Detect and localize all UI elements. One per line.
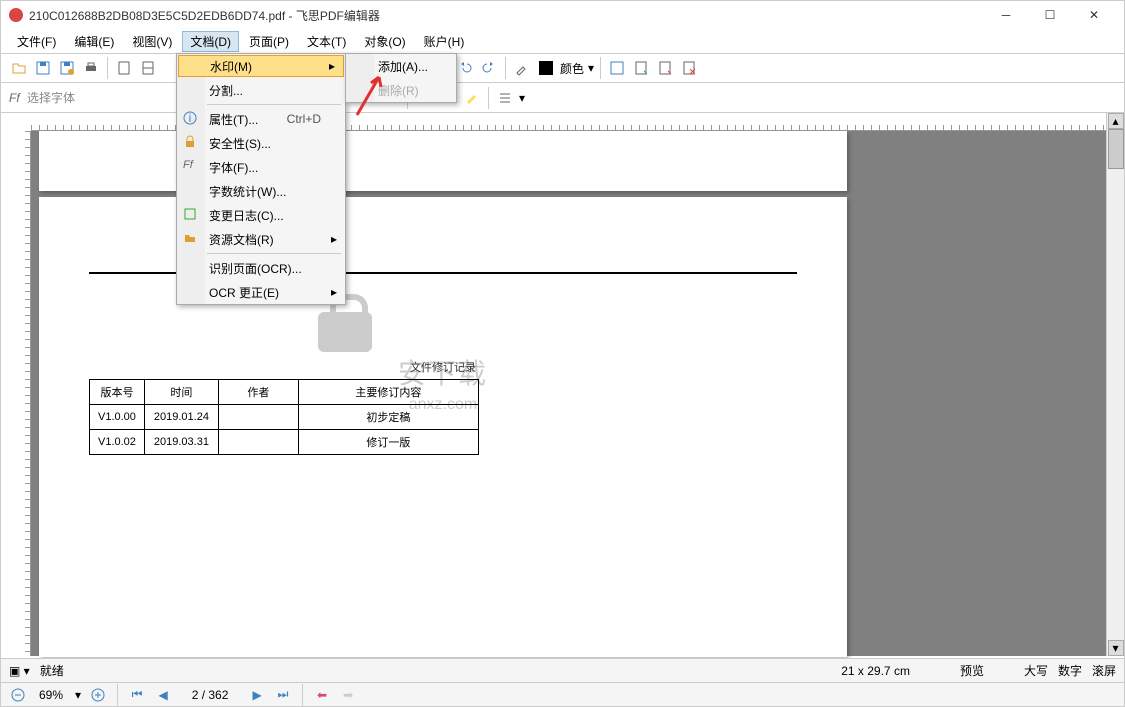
- minimize-button[interactable]: ─: [984, 1, 1028, 29]
- lock-icon: [318, 312, 372, 352]
- font-icon: Ff: [183, 159, 199, 175]
- info-icon: i: [183, 111, 199, 127]
- navigation-bar: 69% ▾ ⏮ ◀ 2 / 362 ▶ ⏭ ⬅ ➡: [1, 682, 1124, 706]
- window-title: 210C012688B2DB08D3E5C5D2EDB6DD74.pdf - 飞…: [29, 7, 984, 24]
- arrow-right-icon: ▸: [329, 59, 335, 73]
- tool-icon-4[interactable]: [679, 58, 699, 78]
- document-menu-dropdown: 水印(M)▸ 分割... i属性(T)...Ctrl+D 安全性(S)... F…: [176, 53, 346, 305]
- tool-icon-3[interactable]: [655, 58, 675, 78]
- eyedropper-icon[interactable]: [512, 58, 532, 78]
- color-label: 颜色: [560, 60, 584, 77]
- page2-icon[interactable]: [138, 58, 158, 78]
- print-icon[interactable]: [81, 58, 101, 78]
- sidebar-toggle-icon[interactable]: ▣ ▾: [9, 664, 30, 678]
- maximize-button[interactable]: ☐: [1028, 1, 1072, 29]
- menu-account[interactable]: 账户(H): [416, 31, 473, 52]
- revision-table: 版本号时间作者主要修订内容 V1.0.002019.01.24初步定稿 V1.0…: [89, 379, 479, 455]
- menu-object[interactable]: 对象(O): [356, 31, 413, 52]
- page-fragment-top: [39, 131, 847, 191]
- save-icon[interactable]: [33, 58, 53, 78]
- font-selector[interactable]: 选择字体: [27, 89, 147, 106]
- menu-page[interactable]: 页面(P): [241, 31, 297, 52]
- menu-watermark[interactable]: 水印(M)▸: [178, 55, 344, 77]
- chevron-down-icon[interactable]: ▾: [588, 61, 594, 75]
- table-row: V1.0.002019.01.24初步定稿: [90, 405, 479, 430]
- nav-forward-button[interactable]: ➡: [339, 686, 357, 704]
- font-toolbar: Ff 选择字体 A▴ A▾ ▾: [1, 83, 1124, 113]
- arrow-right-icon: ▸: [331, 232, 337, 246]
- open-icon[interactable]: [9, 58, 29, 78]
- menu-fonts[interactable]: Ff字体(F)...: [177, 155, 345, 179]
- vertical-ruler: [13, 131, 31, 656]
- menu-view[interactable]: 视图(V): [124, 31, 180, 52]
- status-preview[interactable]: 预览: [960, 662, 984, 679]
- menu-bar: 文件(F) 编辑(E) 视图(V) 文档(D) 页面(P) 文本(T) 对象(O…: [1, 29, 1124, 53]
- menu-text[interactable]: 文本(T): [299, 31, 354, 52]
- table-row: V1.0.022019.03.31修订一版: [90, 430, 479, 455]
- zoom-out-button[interactable]: [9, 686, 27, 704]
- status-num: 数字: [1058, 662, 1082, 679]
- save-as-icon[interactable]: [57, 58, 77, 78]
- svg-text:i: i: [189, 111, 192, 125]
- submenu-add[interactable]: 添加(A)...: [346, 54, 456, 78]
- log-icon: [183, 207, 199, 223]
- doc-section-title: 文件修订记录: [410, 359, 476, 375]
- menu-split[interactable]: 分割...: [177, 78, 345, 102]
- menu-ocr-correct[interactable]: OCR 更正(E)▸: [177, 280, 345, 304]
- menu-ocr-page[interactable]: 识别页面(OCR)...: [177, 256, 345, 280]
- app-icon: [9, 8, 23, 22]
- scroll-thumb[interactable]: [1108, 129, 1124, 169]
- submenu-remove[interactable]: 删除(R): [346, 78, 456, 102]
- nav-back-button[interactable]: ⬅: [313, 686, 331, 704]
- watermark-submenu: 添加(A)... 删除(R): [345, 53, 457, 103]
- title-bar: 210C012688B2DB08D3E5C5D2EDB6DD74.pdf - 飞…: [1, 1, 1124, 29]
- table-header-row: 版本号时间作者主要修订内容: [90, 380, 479, 405]
- menu-edit[interactable]: 编辑(E): [66, 31, 122, 52]
- arrow-right-icon: ▸: [331, 285, 337, 299]
- menu-wordcount[interactable]: 字数统计(W)...: [177, 179, 345, 203]
- zoom-value[interactable]: 69%: [39, 688, 63, 702]
- chevron-down-icon[interactable]: ▾: [75, 688, 81, 702]
- tool-icon-2[interactable]: [631, 58, 651, 78]
- menu-changelog[interactable]: 变更日志(C)...: [177, 203, 345, 227]
- font-label-icon: Ff: [9, 91, 23, 105]
- vertical-scrollbar[interactable]: ▴ ▾: [1106, 113, 1124, 656]
- chevron-down-icon[interactable]: ▾: [519, 91, 525, 105]
- menu-resources[interactable]: 资源文档(R)▸: [177, 227, 345, 251]
- tool-icon-1[interactable]: [607, 58, 627, 78]
- menu-file[interactable]: 文件(F): [9, 31, 64, 52]
- last-page-button[interactable]: ⏭: [274, 686, 292, 704]
- prev-page-button[interactable]: ◀: [154, 686, 172, 704]
- folder-icon: [183, 231, 199, 247]
- main-toolbar: 颜色 ▾: [1, 53, 1124, 83]
- zoom-in-button[interactable]: [89, 686, 107, 704]
- menu-properties[interactable]: i属性(T)...Ctrl+D: [177, 107, 345, 131]
- status-dimensions: 21 x 29.7 cm: [841, 664, 910, 678]
- undo-icon[interactable]: [455, 58, 475, 78]
- first-page-button[interactable]: ⏮: [128, 686, 146, 704]
- status-caps: 大写: [1024, 662, 1048, 679]
- status-ready: 就绪: [40, 662, 64, 679]
- page-indicator[interactable]: 2 / 362: [180, 688, 240, 702]
- highlight-icon[interactable]: [462, 88, 482, 108]
- color-swatch[interactable]: [536, 58, 556, 78]
- lock-icon: [183, 135, 199, 151]
- align-icon[interactable]: [495, 88, 515, 108]
- close-button[interactable]: ✕: [1072, 1, 1116, 29]
- next-page-button[interactable]: ▶: [248, 686, 266, 704]
- page-icon[interactable]: [114, 58, 134, 78]
- status-scroll: 滚屏: [1092, 662, 1116, 679]
- scroll-up-icon[interactable]: ▴: [1108, 113, 1124, 129]
- status-bar: ▣ ▾ 就绪 21 x 29.7 cm 预览 大写 数字 滚屏: [1, 658, 1124, 682]
- scroll-down-icon[interactable]: ▾: [1108, 640, 1124, 656]
- redo-icon[interactable]: [479, 58, 499, 78]
- document-page: 安下载 anxz.com 文件修订记录 版本号时间作者主要修订内容 V1.0.0…: [39, 197, 847, 657]
- menu-document[interactable]: 文档(D): [182, 31, 239, 52]
- menu-security[interactable]: 安全性(S)...: [177, 131, 345, 155]
